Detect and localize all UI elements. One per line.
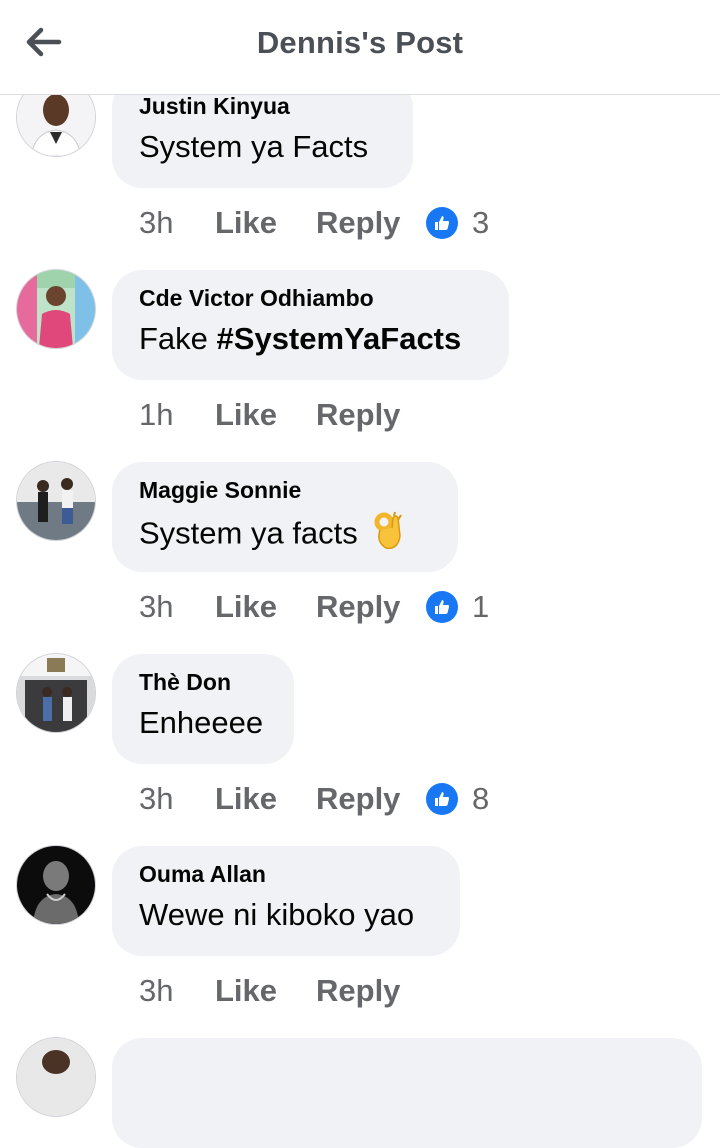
app-header: Dennis's Post: [0, 0, 720, 95]
comment-text: System ya Facts: [139, 129, 369, 164]
like-button[interactable]: Like: [215, 973, 316, 1009]
comment-bubble[interactable]: Cde Victor Odhiambo Fake #SystemYaFacts: [112, 270, 509, 380]
reaction-summary[interactable]: 3: [426, 205, 489, 241]
comment-text: Fake #SystemYaFacts: [139, 318, 482, 360]
like-button[interactable]: Like: [215, 397, 316, 433]
comment-bubble[interactable]: Thè Don Enheeee: [112, 654, 294, 764]
reaction-count: 3: [472, 205, 490, 240]
comment-actions: 3h Like Reply 3: [139, 203, 489, 243]
comment-time[interactable]: 3h: [139, 589, 215, 625]
comments-list: Justin Kinyua System ya Facts 3h Like Re…: [0, 0, 720, 1148]
comment-time[interactable]: 3h: [139, 781, 215, 817]
avatar[interactable]: [17, 846, 95, 924]
avatar[interactable]: [17, 1038, 95, 1116]
reply-button[interactable]: Reply: [316, 781, 426, 817]
comment-time[interactable]: 3h: [139, 973, 215, 1009]
avatar[interactable]: [17, 462, 95, 540]
reply-button[interactable]: Reply: [316, 205, 426, 241]
comment-time[interactable]: 1h: [139, 397, 215, 433]
thumbs-up-icon: [426, 591, 458, 623]
hashtag-link[interactable]: #SystemYaFacts: [217, 321, 462, 356]
thumbs-up-icon: [426, 207, 458, 239]
comment-text-body: System ya facts: [139, 515, 358, 551]
comment-actions: 3h Like Reply: [139, 971, 426, 1011]
thumbs-up-icon: [426, 783, 458, 815]
reply-button[interactable]: Reply: [316, 973, 426, 1009]
comment-author[interactable]: Justin Kinyua: [139, 92, 386, 120]
comment-actions: 3h Like Reply 1: [139, 587, 489, 627]
comment-text: Wewe ni kiboko yao: [139, 897, 415, 932]
reply-button[interactable]: Reply: [316, 397, 426, 433]
like-button[interactable]: Like: [215, 781, 316, 817]
comment-author[interactable]: Ouma Allan: [139, 860, 433, 888]
comment-bubble[interactable]: [112, 1038, 702, 1148]
page-title: Dennis's Post: [256, 25, 464, 60]
reaction-count: 1: [472, 589, 490, 624]
comment-bubble[interactable]: Ouma Allan Wewe ni kiboko yao: [112, 846, 460, 956]
avatar[interactable]: [17, 654, 95, 732]
comment-text: System ya facts: [139, 510, 431, 561]
comment-actions: 1h Like Reply: [139, 395, 426, 435]
comment-author[interactable]: Cde Victor Odhiambo: [139, 284, 482, 312]
like-button[interactable]: Like: [215, 589, 316, 625]
comment-bubble[interactable]: Maggie Sonnie System ya facts: [112, 462, 458, 572]
comment-time[interactable]: 3h: [139, 205, 215, 241]
like-button[interactable]: Like: [215, 205, 316, 241]
reaction-count: 8: [472, 781, 490, 816]
comment-text: Enheeee: [139, 705, 264, 740]
comment-text-prefix: Fake: [139, 321, 217, 356]
comment-author[interactable]: Maggie Sonnie: [139, 476, 431, 504]
reaction-summary[interactable]: 1: [426, 589, 489, 625]
avatar[interactable]: [17, 270, 95, 348]
comment-actions: 3h Like Reply 8: [139, 779, 489, 819]
ok-hand-emoji: [372, 510, 404, 561]
reaction-summary[interactable]: 8: [426, 781, 489, 817]
reply-button[interactable]: Reply: [316, 589, 426, 625]
comment-author[interactable]: Thè Don: [139, 668, 267, 696]
